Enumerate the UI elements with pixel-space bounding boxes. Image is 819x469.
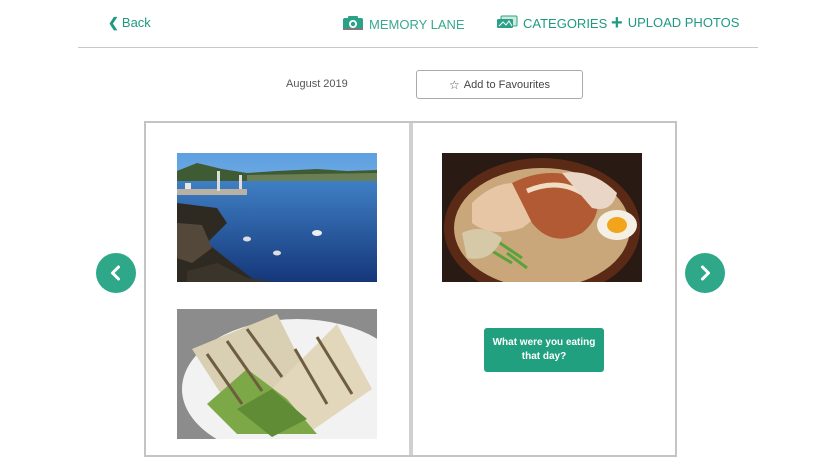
camera-icon bbox=[342, 15, 364, 34]
back-link[interactable]: ❮ Back bbox=[108, 15, 151, 30]
memory-lane-link[interactable]: MEMORY LANE bbox=[342, 15, 465, 34]
memory-lane-label: MEMORY LANE bbox=[369, 17, 465, 32]
right-page: What were you eating that day? bbox=[413, 123, 675, 455]
chevron-left-icon: ❮ bbox=[108, 15, 119, 30]
header-divider bbox=[78, 47, 758, 48]
categories-label: CATEGORIES bbox=[523, 16, 608, 31]
memory-date: August 2019 bbox=[286, 78, 348, 90]
memory-book: What were you eating that day? bbox=[144, 121, 677, 457]
categories-link[interactable]: CATEGORIES bbox=[496, 15, 607, 32]
add-to-favourites-button[interactable]: ☆ Add to Favourites bbox=[416, 70, 583, 99]
previous-page-button[interactable] bbox=[96, 253, 136, 293]
left-page bbox=[146, 123, 410, 455]
lake-photo[interactable] bbox=[177, 153, 377, 282]
chevron-left-icon bbox=[111, 265, 120, 281]
upload-photos-link[interactable]: + UPLOAD PHOTOS bbox=[611, 11, 740, 34]
top-nav: ❮ Back MEMORY LANE CATEGORIES + UPLOAD P… bbox=[0, 0, 819, 48]
eating-prompt-button[interactable]: What were you eating that day? bbox=[484, 328, 604, 372]
next-page-button[interactable] bbox=[685, 253, 725, 293]
back-label: Back bbox=[121, 15, 151, 30]
favourites-label: Add to Favourites bbox=[463, 78, 550, 91]
chevron-right-icon bbox=[701, 265, 710, 281]
ramen-photo[interactable] bbox=[442, 153, 642, 282]
plus-icon: + bbox=[611, 11, 623, 34]
upload-label: UPLOAD PHOTOS bbox=[627, 15, 740, 30]
photos-icon bbox=[496, 15, 518, 32]
star-icon: ☆ bbox=[449, 77, 460, 92]
sandwich-photo[interactable] bbox=[177, 309, 377, 439]
